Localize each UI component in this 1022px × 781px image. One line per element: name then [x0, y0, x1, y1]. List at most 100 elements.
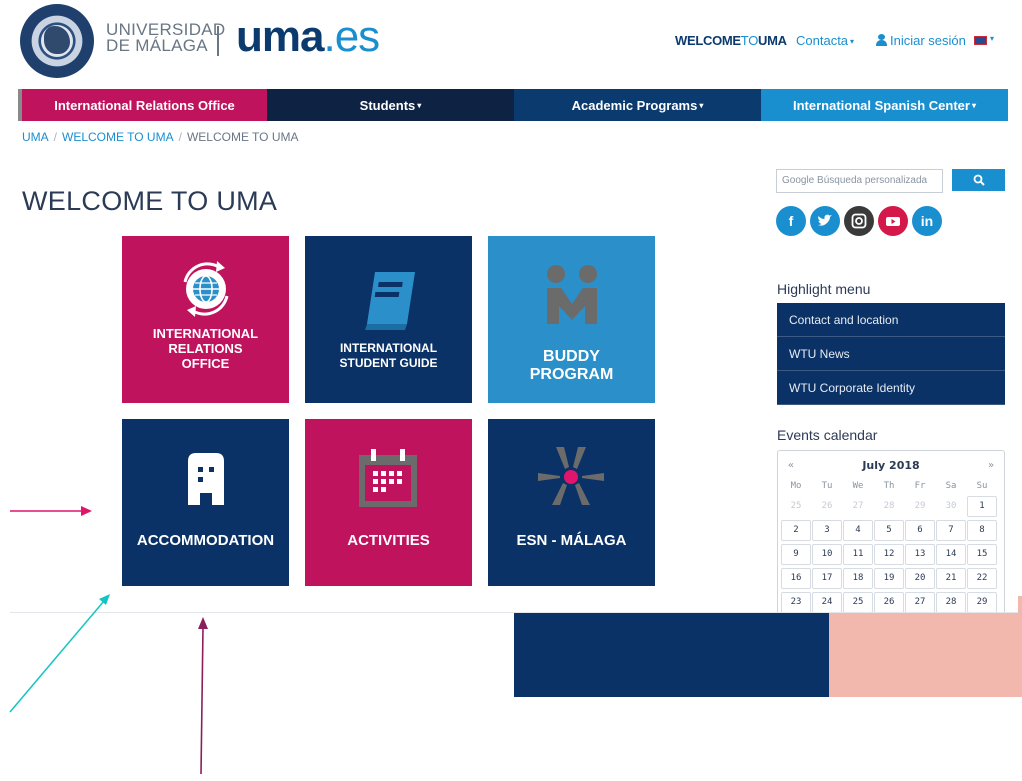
calendar-day[interactable]: 3	[812, 520, 842, 541]
tile-esn-malaga[interactable]: ESN - MÁLAGA	[488, 419, 655, 586]
chevron-down-icon: ▾	[417, 100, 422, 110]
calendar-day[interactable]: 23	[781, 592, 811, 613]
highlight-wtu-corporate-identity[interactable]: WTU Corporate Identity	[777, 371, 1005, 405]
university-seal-logo[interactable]	[20, 4, 94, 78]
login-label: Iniciar sesión	[890, 33, 966, 48]
chevron-down-icon[interactable]: ▾	[990, 34, 994, 43]
contact-dropdown[interactable]: Contacta ▾	[796, 33, 854, 48]
tile-label: ACTIVITIES	[305, 533, 472, 548]
tile-international-student-guide[interactable]: INTERNATIONAL STUDENT GUIDE	[305, 236, 472, 403]
nav-label: International Relations Office	[54, 97, 235, 113]
youtube-icon[interactable]	[878, 206, 908, 236]
tile-international-relations-office[interactable]: INTERNATIONAL RELATIONS OFFICE	[122, 236, 289, 403]
calendar-day[interactable]: 11	[843, 544, 873, 565]
search-button[interactable]	[952, 169, 1005, 191]
highlight-contact-and-location[interactable]: Contact and location	[777, 303, 1005, 337]
buddy-icon	[547, 265, 597, 324]
nav-academic-programs[interactable]: Academic Programs ▾	[514, 89, 761, 121]
calendar-day: 27	[852, 501, 864, 511]
highlight-menu: Contact and location WTU News WTU Corpor…	[777, 303, 1005, 405]
tile-label: ESN - MÁLAGA	[488, 533, 655, 548]
chevron-down-icon: ▾	[699, 100, 704, 110]
uma-es-logo[interactable]: uma.es	[236, 12, 380, 62]
calendar-day[interactable]: 24	[812, 592, 842, 613]
breadcrumb-welcome[interactable]: WELCOME TO UMA	[62, 130, 174, 144]
welcome-to-word: TO	[740, 33, 759, 48]
twitter-icon[interactable]	[810, 206, 840, 236]
nav-students[interactable]: Students ▾	[267, 89, 514, 121]
globe-refresh-icon	[183, 261, 229, 317]
tile-accommodation[interactable]: ACCOMMODATION	[122, 419, 289, 586]
building-icon	[188, 453, 224, 505]
highlight-menu-title: Highlight menu	[777, 281, 871, 297]
breadcrumb-uma[interactable]: UMA	[22, 130, 49, 144]
calendar-day[interactable]: 29	[967, 592, 997, 613]
chevron-down-icon: ▾	[850, 37, 855, 47]
chevron-down-icon: ▾	[971, 100, 976, 110]
nav-international-spanish-center[interactable]: International Spanish Center ▾	[761, 89, 1008, 121]
annotation-arrow-pink	[10, 506, 92, 516]
calendar-day[interactable]: 10	[812, 544, 842, 565]
calendar-day: 25	[790, 501, 802, 511]
calendar-day[interactable]: 28	[936, 592, 966, 613]
welcome-word: WELCOME	[675, 33, 741, 48]
calendar-day[interactable]: 5	[874, 520, 904, 541]
calendar-prev-button[interactable]: «	[788, 460, 794, 471]
welcome-uma-word: UMA	[758, 33, 787, 48]
facebook-icon[interactable]: f	[776, 206, 806, 236]
calendar-day[interactable]: 6	[905, 520, 935, 541]
user-icon	[876, 34, 887, 46]
calendar-day[interactable]: 4	[843, 520, 873, 541]
tile-activities[interactable]: ACTIVITIES	[305, 419, 472, 586]
tile-label-line: BUDDY	[543, 348, 600, 365]
calendar-next-button[interactable]: »	[988, 460, 994, 471]
linkedin-icon[interactable]: in	[912, 206, 942, 236]
calendar-weekday: We	[852, 481, 864, 491]
login-link[interactable]: Iniciar sesión	[876, 33, 966, 48]
calendar-day[interactable]: 1	[967, 496, 997, 517]
events-calendar-title: Events calendar	[777, 427, 878, 443]
calendar-day[interactable]: 20	[905, 568, 935, 589]
annotation-arrow-plum	[198, 617, 208, 775]
calendar-day[interactable]: 17	[812, 568, 842, 589]
calendar-weekday: Fr	[914, 481, 926, 491]
tile-label: INTERNATIONAL STUDENT GUIDE	[305, 341, 472, 371]
instagram-icon[interactable]	[844, 206, 874, 236]
university-name[interactable]: UNIVERSIDAD DE MÁLAGA	[106, 21, 226, 55]
calendar-day[interactable]: 2	[781, 520, 811, 541]
calendar-day[interactable]: 16	[781, 568, 811, 589]
calendar-day[interactable]: 7	[936, 520, 966, 541]
calendar-day: 29	[914, 501, 926, 511]
calendar-day[interactable]: 19	[874, 568, 904, 589]
calendar-day[interactable]: 25	[843, 592, 873, 613]
tile-label-line: INTERNATIONAL	[152, 326, 259, 341]
calendar-day[interactable]: 27	[905, 592, 935, 613]
calendar-day[interactable]: 8	[967, 520, 997, 541]
book-icon	[365, 272, 415, 330]
calendar-day: 26	[821, 501, 833, 511]
calendar-day[interactable]: 15	[967, 544, 997, 565]
search-input[interactable]: Google Búsqueda personalizada	[776, 169, 943, 193]
calendar-day[interactable]: 26	[874, 592, 904, 613]
tile-label: INTERNATIONAL RELATIONS OFFICE	[122, 326, 289, 371]
calendar-day[interactable]: 22	[967, 568, 997, 589]
calendar-day[interactable]: 13	[905, 544, 935, 565]
university-name-line2: DE MÁLAGA	[106, 36, 208, 55]
tile-label-line: OFFICE	[181, 356, 230, 371]
calendar-day: 28	[883, 501, 895, 511]
calendar-weekday: Sa	[945, 481, 957, 491]
calendar-day[interactable]: 18	[843, 568, 873, 589]
calendar-day[interactable]: 12	[874, 544, 904, 565]
uk-flag-icon[interactable]	[974, 36, 987, 45]
calendar-day[interactable]: 14	[936, 544, 966, 565]
tile-label-line: STUDENT GUIDE	[339, 356, 438, 370]
tile-buddy-program[interactable]: BUDDY PROGRAM	[488, 236, 655, 403]
calendar-day[interactable]: 21	[936, 568, 966, 589]
calendar-day[interactable]: 9	[781, 544, 811, 565]
site-header: UNIVERSIDAD DE MÁLAGA uma.es WELCOMETOUM…	[0, 0, 1022, 88]
highlight-wtu-news[interactable]: WTU News	[777, 337, 1005, 371]
nav-international-relations-office[interactable]: International Relations Office	[22, 89, 267, 121]
tile-label-line: ACCOMMODATION	[136, 532, 275, 549]
events-calendar: « July 2018 » Mo Tu We Th Fr Sa Su 25 26 27 28 29 30…	[777, 450, 1005, 620]
welcome-to-uma-link[interactable]: WELCOMETOUMA	[675, 33, 787, 48]
